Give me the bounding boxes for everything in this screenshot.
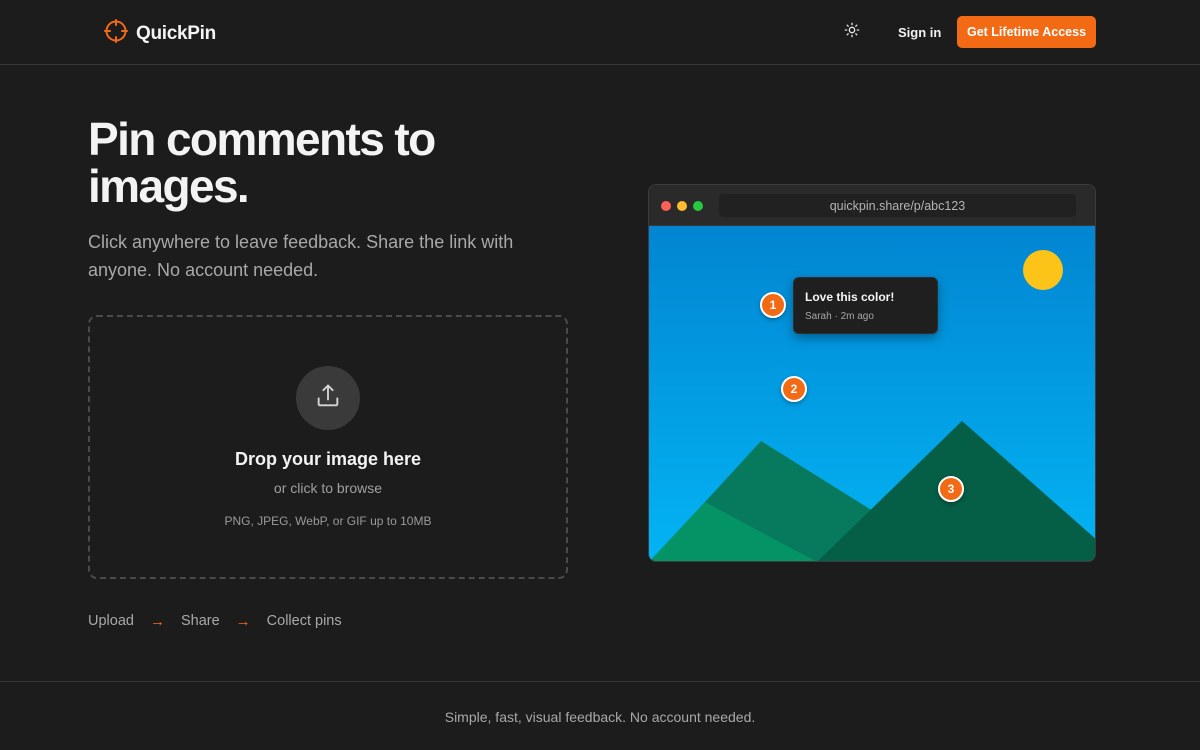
window-minimize-dot — [677, 201, 687, 211]
sign-in-button[interactable]: Sign in — [888, 16, 951, 48]
comment-text: Love this color! — [805, 290, 895, 304]
arrow-right-icon: → — [235, 612, 251, 630]
pin-marker[interactable]: 1 — [760, 292, 786, 318]
brand-logo[interactable]: QuickPin — [104, 19, 216, 48]
footer: Simple, fast, visual feedback. No accoun… — [0, 681, 1200, 750]
step-upload: Upload — [88, 613, 134, 629]
steps-flow: Upload → Share → Collect pins — [88, 612, 342, 630]
window-maximize-dot — [693, 201, 703, 211]
pin-marker[interactable]: 3 — [938, 476, 964, 502]
step-share: Share — [180, 613, 220, 629]
hero-subtitle: Click anywhere to leave feedback. Share … — [88, 232, 514, 280]
image-dropzone[interactable]: Drop your image here or click to browse … — [88, 315, 568, 579]
hero-title: Pin comments to images. — [88, 113, 436, 212]
comment-meta: Sarah · 2m ago — [805, 311, 874, 322]
upload-icon-container — [296, 366, 360, 430]
dropzone-title: Drop your image here — [234, 449, 422, 469]
browser-toolbar: quickpin.share/p/abc123 — [649, 185, 1095, 226]
top-nav: QuickPin Sign in Get Lifetime Access — [0, 0, 1200, 65]
step-collect-pins: Collect pins — [266, 613, 342, 629]
url-bar: quickpin.share/p/abc123 — [719, 194, 1076, 217]
theme-toggle-button[interactable] — [840, 20, 864, 44]
window-close-dot — [661, 201, 671, 211]
crosshair-icon — [104, 19, 128, 48]
preview-image: 1 Love this color! Sarah · 2m ago 2 3 — [649, 226, 1095, 561]
pin-marker[interactable]: 2 — [781, 376, 807, 402]
supported-formats: PNG, JPEG, WebP, or GIF up to 10MB — [224, 514, 432, 528]
sun-shape — [1023, 250, 1063, 290]
brand-name: QuickPin — [136, 22, 216, 44]
preview-browser-window: quickpin.share/p/abc123 1 Love this colo… — [648, 184, 1096, 562]
browse-link[interactable]: or click to browse — [90, 480, 566, 496]
sun-icon — [844, 22, 860, 43]
arrow-right-icon: → — [149, 612, 165, 630]
footer-tagline: Simple, fast, visual feedback. No accoun… — [444, 709, 756, 725]
get-lifetime-access-button[interactable]: Get Lifetime Access — [957, 16, 1096, 48]
comment-tooltip: Love this color! Sarah · 2m ago — [793, 277, 938, 334]
upload-icon — [314, 382, 342, 415]
